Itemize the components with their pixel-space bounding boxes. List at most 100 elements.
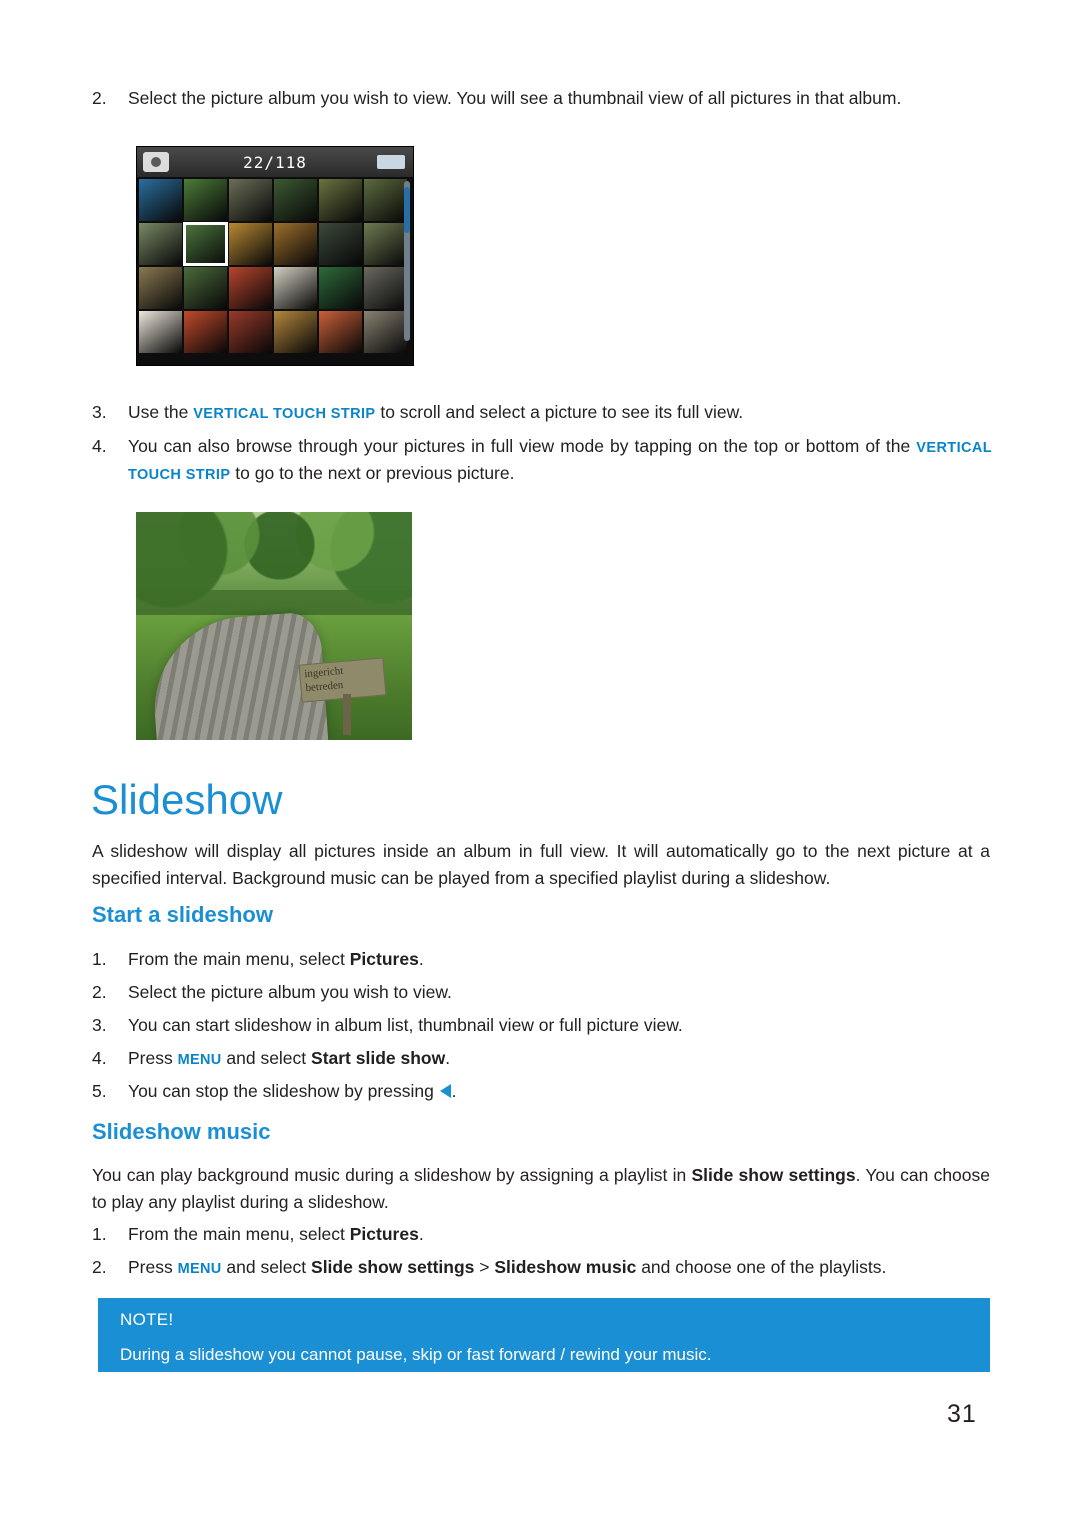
step-text-suffix: . — [451, 1081, 457, 1101]
photo-sign-text: ingericht betreden — [303, 663, 344, 695]
thumbnail-cell[interactable] — [183, 222, 228, 266]
thumbnail-cell[interactable] — [139, 311, 182, 353]
scrollbar-thumb[interactable] — [404, 187, 410, 233]
vertical-touch-strip-label: VERTICAL TOUCH STRIP — [193, 406, 376, 422]
start-step-3: 3. You can start slideshow in album list… — [92, 1012, 982, 1039]
thumbnail-cell[interactable] — [364, 179, 407, 221]
step-number: 2. — [92, 88, 107, 108]
thumbnail-cell[interactable] — [319, 223, 362, 265]
step-text-mid: and select — [221, 1048, 312, 1068]
thumbnail-cell[interactable] — [364, 223, 407, 265]
menu-button-label: MENU — [177, 1261, 222, 1277]
step-text: Press MENU and select Start slide show. — [128, 1045, 982, 1072]
step-text: You can stop the slideshow by pressing . — [128, 1078, 982, 1105]
menu-item-slideshow-music: Slideshow music — [494, 1257, 637, 1277]
step-text: From the main menu, select Pictures. — [128, 1221, 982, 1248]
thumbnail-cell[interactable] — [184, 311, 227, 353]
start-step-2: 2. Select the picture album you wish to … — [92, 979, 982, 1006]
step-3-top: 3. Use the VERTICAL TOUCH STRIP to scrol… — [92, 399, 992, 426]
thumbnail-cell[interactable] — [229, 311, 272, 353]
note-text: During a slideshow you cannot pause, ski… — [120, 1345, 712, 1364]
step-text-prefix: You can also browse through your picture… — [128, 436, 917, 456]
step-text-prefix: You can stop the slideshow by pressing — [128, 1081, 439, 1101]
battery-icon — [377, 155, 405, 169]
step-text-mid: and select — [221, 1257, 312, 1277]
device-status-bar: 22/118 — [137, 147, 413, 177]
note-title: NOTE! — [120, 1310, 174, 1329]
menu-item-slide-show-settings: Slide show settings — [311, 1257, 475, 1277]
step-text: Press MENU and select Slide show setting… — [128, 1254, 982, 1281]
step-4-top: 4. You can also browse through your pict… — [92, 433, 992, 487]
camera-icon — [143, 152, 169, 172]
step-text-prefix: From the main menu, select — [128, 1224, 350, 1244]
step-text-suffix: . — [418, 949, 424, 969]
thumbnail-grid[interactable] — [139, 179, 407, 353]
thumbnail-cell[interactable] — [139, 179, 182, 221]
page-number: 31 — [947, 1400, 977, 1428]
section-heading-slideshow: Slideshow — [91, 776, 283, 823]
step-text-prefix: From the main menu, select — [128, 949, 350, 969]
step-text: You can start slideshow in album list, t… — [128, 1015, 683, 1035]
sign-line-2: betreden — [304, 678, 344, 695]
step-text: Select the picture album you wish to vie… — [128, 982, 452, 1002]
menu-item-pictures: Pictures — [349, 1224, 419, 1244]
thumbnail-cell[interactable] — [274, 267, 317, 309]
step-number: 1. — [92, 949, 107, 969]
manual-page: 2. Select the picture album you wish to … — [0, 0, 1080, 1529]
step-text-suffix: . — [418, 1224, 424, 1244]
slideshow-music-paragraph: You can play background music during a s… — [92, 1162, 990, 1216]
scrollbar[interactable] — [404, 181, 410, 341]
device-thumbnail-screen: 22/118 — [136, 146, 414, 366]
note-box: NOTE! During a slideshow you cannot paus… — [98, 1298, 990, 1372]
music-step-1: 1. From the main menu, select Pictures. — [92, 1221, 982, 1248]
thumbnail-cell[interactable] — [229, 179, 272, 221]
thumbnail-cell[interactable] — [229, 267, 272, 309]
photo-sign: ingericht betreden — [298, 656, 386, 703]
thumbnail-cell[interactable] — [184, 179, 227, 221]
step-text-suffix: to scroll and select a picture to see it… — [375, 402, 744, 422]
menu-item-pictures: Pictures — [349, 949, 419, 969]
thumbnail-cell[interactable] — [139, 267, 182, 309]
step-text: You can also browse through your picture… — [128, 433, 992, 487]
menu-item-start-slide-show: Start slide show — [311, 1048, 446, 1068]
thumbnail-cell[interactable] — [319, 267, 362, 309]
menu-item-slide-show-settings: Slide show settings — [691, 1165, 856, 1185]
step-text-prefix: Press — [128, 1048, 178, 1068]
thumbnail-cell[interactable] — [274, 179, 317, 221]
music-step-2: 2. Press MENU and select Slide show sett… — [92, 1254, 982, 1281]
step-number: 2. — [92, 1257, 107, 1277]
slideshow-intro-paragraph: A slideshow will display all pictures in… — [92, 841, 990, 889]
device-counter: 22/118 — [243, 152, 307, 172]
step-text: Use the VERTICAL TOUCH STRIP to scroll a… — [128, 399, 992, 426]
step-2-top: 2. Select the picture album you wish to … — [92, 85, 992, 112]
subheading-start-slideshow: Start a slideshow — [92, 902, 273, 927]
thumbnail-cell[interactable] — [364, 311, 407, 353]
thumbnail-cell[interactable] — [274, 223, 317, 265]
start-step-1: 1. From the main menu, select Pictures. — [92, 946, 982, 973]
step-number: 4. — [92, 1048, 107, 1068]
thumbnail-cell[interactable] — [139, 223, 182, 265]
step-text-prefix: Press — [128, 1257, 178, 1277]
thumbnail-cell[interactable] — [229, 223, 272, 265]
step-number: 4. — [92, 436, 107, 456]
subheading-slideshow-music: Slideshow music — [92, 1119, 271, 1144]
step-text: From the main menu, select Pictures. — [128, 946, 982, 973]
step-text-suffix: . — [445, 1048, 451, 1068]
thumbnail-cell[interactable] — [319, 311, 362, 353]
thumbnail-cell[interactable] — [274, 311, 317, 353]
thumbnail-cell[interactable] — [364, 267, 407, 309]
step-number: 2. — [92, 982, 107, 1002]
step-number: 1. — [92, 1224, 107, 1244]
step-text: Select the picture album you wish to vie… — [128, 88, 902, 108]
step-text-suffix: to go to the next or previous picture. — [230, 463, 515, 484]
menu-button-label: MENU — [177, 1052, 222, 1068]
step-text-suffix: and choose one of the playlists. — [636, 1257, 887, 1277]
step-text-mid2: > — [474, 1257, 495, 1277]
paragraph-prefix: You can play background music during a s… — [92, 1165, 692, 1185]
back-arrow-icon — [439, 1084, 451, 1098]
boardwalk-forest-photo: ingericht betreden — [136, 512, 412, 740]
step-number: 3. — [92, 402, 107, 422]
step-text-prefix: Use the — [128, 402, 194, 422]
thumbnail-cell[interactable] — [184, 267, 227, 309]
thumbnail-cell[interactable] — [319, 179, 362, 221]
